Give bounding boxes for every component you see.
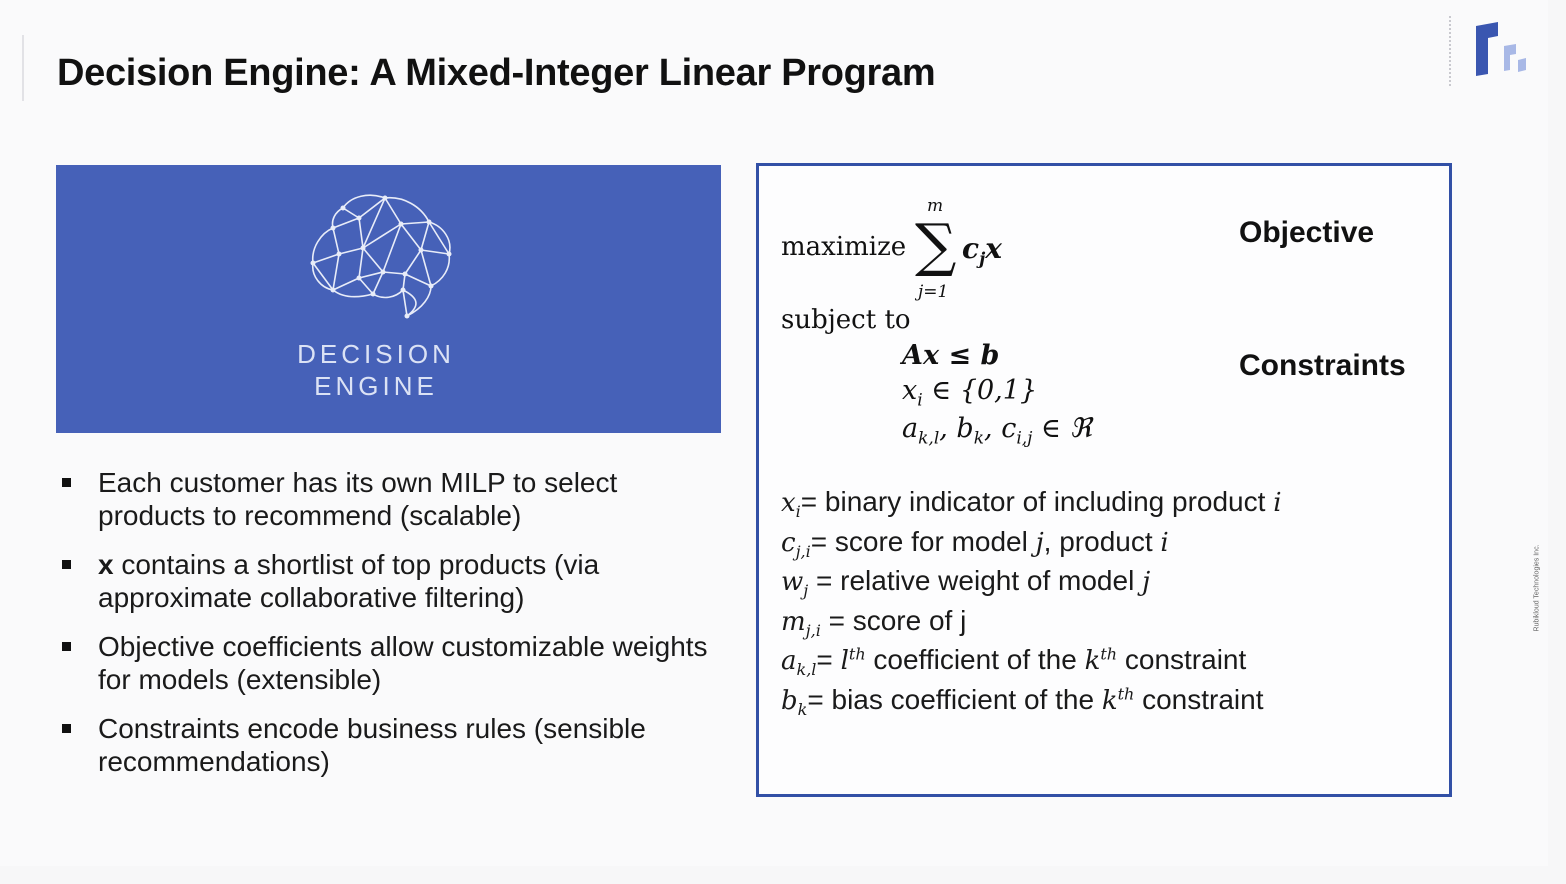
- bullet-text: Constraints encode business rules (sensi…: [98, 713, 646, 777]
- slide: Decision Engine: A Mixed-Integer Linear …: [0, 0, 1548, 866]
- constraint-inequality: Ax ≤ b: [902, 340, 1000, 371]
- title-rule: [22, 35, 24, 101]
- objective-term: cjx: [962, 232, 1002, 270]
- maximize-keyword: maximize: [781, 232, 907, 262]
- bullet-list: Each customer has its own MILP to select…: [62, 466, 712, 794]
- constraint-binary: xi ∈ {0,1}: [902, 375, 1038, 411]
- definition-row: cj,i= score for model j, product i: [781, 525, 1169, 561]
- objective-label: Objective: [1239, 216, 1375, 249]
- definition-row: ak,l= lth coefficient of the kth constra…: [781, 644, 1247, 680]
- bullet-square-icon: [62, 478, 71, 487]
- bullet-text: Each customer has its own MILP to select…: [98, 467, 618, 531]
- bullet-text: contains a shortlist of top products (vi…: [98, 549, 600, 613]
- bullet-item: Objective coefficients allow customizabl…: [62, 630, 712, 696]
- definition-row: xi= binary indicator of including produc…: [781, 486, 1282, 522]
- bullet-bold-term: x: [98, 549, 114, 580]
- sum-lower-limit: j=1: [918, 282, 949, 302]
- bullet-square-icon: [62, 642, 71, 651]
- definitions-list: xi= binary indicator of including produc…: [781, 486, 1441, 723]
- summation-symbol: ∑: [915, 211, 957, 279]
- slide-title: Decision Engine: A Mixed-Integer Linear …: [57, 52, 936, 94]
- constraint-real-coefficients: ak,l, bk, ci,j ∈ ℜ: [902, 413, 1092, 449]
- banner-label-line1: DECISION: [297, 339, 455, 369]
- banner-label-line2: ENGINE: [314, 371, 438, 401]
- logo-divider: [1449, 16, 1451, 86]
- definition-row: wj = relative weight of model j: [781, 565, 1151, 601]
- bullet-item: Each customer has its own MILP to select…: [62, 466, 712, 532]
- subject-to-keyword: subject to: [781, 305, 911, 335]
- copyright-side-text: Rubikloud Technologies Inc.: [1533, 544, 1541, 632]
- bullet-square-icon: [62, 724, 71, 733]
- brain-network-icon: [310, 194, 452, 319]
- company-logo-icon: [1476, 22, 1526, 76]
- bullet-item: x contains a shortlist of top products (…: [62, 548, 712, 614]
- sum-upper-limit: m: [927, 196, 944, 216]
- bullet-item: Constraints encode business rules (sensi…: [62, 712, 712, 778]
- bullet-text: Objective coefficients allow customizabl…: [98, 631, 708, 695]
- definition-row: bk= bias coefficient of the kth constrai…: [781, 683, 1264, 719]
- definition-row: mj,i = score of j: [781, 604, 967, 640]
- constraints-label: Constraints: [1239, 349, 1406, 382]
- bullet-square-icon: [62, 560, 71, 569]
